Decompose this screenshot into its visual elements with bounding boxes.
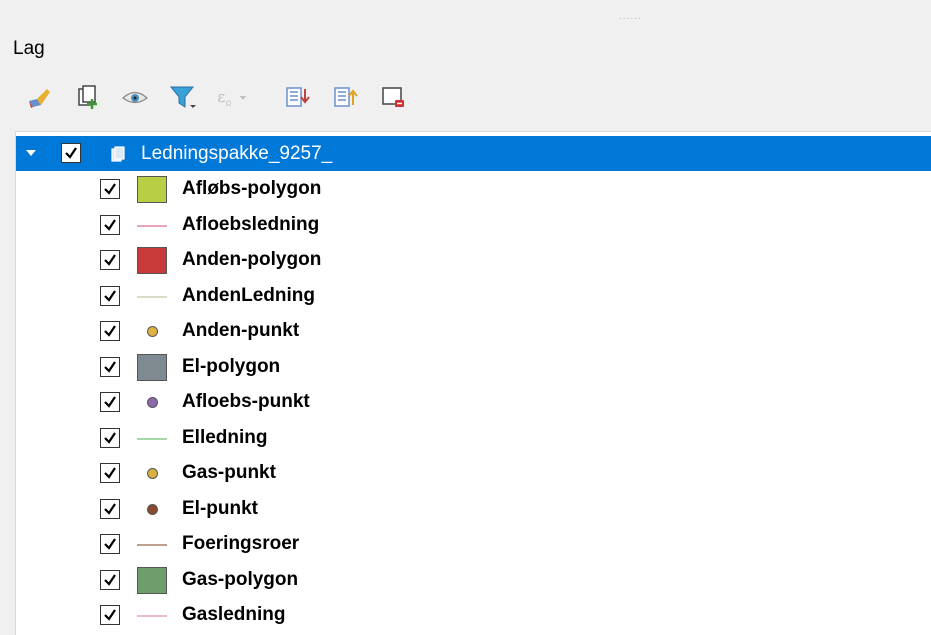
polygon-symbol-icon [137, 247, 167, 274]
layer-row[interactable]: Foeringsroer [16, 527, 931, 562]
layer-row[interactable]: Afloebsledning [16, 208, 931, 243]
layer-row[interactable]: Elledning [16, 421, 931, 456]
polygon-symbol-icon [137, 176, 167, 203]
point-symbol-icon [147, 326, 158, 337]
layer-label[interactable]: Gas-punkt [182, 462, 276, 484]
polygon-symbol-icon [137, 353, 167, 381]
expand-arrow-icon[interactable] [26, 150, 36, 156]
layer-label[interactable]: Gas-polygon [182, 569, 298, 591]
point-symbol-icon [147, 468, 158, 479]
layer-row[interactable]: Anden-punkt [16, 314, 931, 349]
eye-icon[interactable] [118, 80, 152, 114]
layer-label[interactable]: AndenLedning [182, 285, 315, 307]
layer-checkbox[interactable] [100, 569, 120, 590]
layer-row[interactable]: AndenLedning [16, 279, 931, 314]
layer-group-row[interactable]: Ledningspakke_9257_ [16, 136, 931, 171]
layer-row[interactable]: Afloebs-punkt [16, 385, 931, 420]
layer-row[interactable]: El-punkt [16, 492, 931, 527]
expression-filter-icon[interactable]: ε Ω [214, 80, 248, 114]
line-symbol-icon [137, 224, 167, 227]
layer-checkbox[interactable] [100, 179, 120, 199]
remove-layer-icon[interactable] [376, 80, 410, 114]
expand-all-icon[interactable] [280, 80, 314, 114]
layer-checkbox[interactable] [100, 250, 120, 270]
layer-label[interactable]: El-punkt [182, 498, 258, 520]
layer-checkbox[interactable] [100, 605, 120, 625]
line-symbol-icon [137, 544, 167, 546]
line-symbol-icon [137, 437, 167, 440]
svg-text:Ω: Ω [226, 100, 231, 108]
layer-label[interactable]: Anden-punkt [182, 320, 299, 342]
layer-group-icon [109, 145, 127, 168]
filter-icon[interactable] [166, 80, 200, 114]
layer-tree: Ledningspakke_9257_ Afløbs-polygon Afloeb… [15, 131, 931, 635]
layer-checkbox[interactable] [100, 285, 120, 306]
layer-row[interactable]: Gas-punkt [16, 456, 931, 491]
point-symbol-icon [147, 503, 158, 515]
panel-title: Lag [13, 38, 45, 59]
layer-checkbox[interactable] [100, 321, 120, 341]
panel-drag-handle[interactable]: ...... [619, 12, 659, 22]
svg-text:ε: ε [217, 88, 225, 106]
layer-checkbox[interactable] [100, 427, 120, 448]
layer-label[interactable]: Anden-polygon [182, 249, 321, 271]
layer-label[interactable]: Elledning [182, 427, 268, 449]
layer-checkbox[interactable] [100, 534, 120, 554]
layer-checkbox[interactable] [100, 463, 120, 483]
layer-checkbox[interactable] [100, 392, 120, 412]
layer-row[interactable]: El-polygon [16, 350, 931, 385]
line-symbol-icon [137, 615, 167, 617]
line-symbol-icon [137, 295, 167, 298]
layer-row[interactable]: Anden-polygon [16, 243, 931, 278]
polygon-symbol-icon [137, 566, 167, 594]
layers-toolbar: ε Ω [22, 80, 482, 116]
point-symbol-icon [147, 397, 158, 408]
layer-label[interactable]: Foeringsroer [182, 533, 299, 555]
group-checkbox[interactable] [61, 143, 81, 163]
layer-label[interactable]: Afloebs-punkt [182, 391, 310, 413]
collapse-all-icon[interactable] [328, 80, 362, 114]
layer-label[interactable]: Gasledning [182, 604, 285, 626]
layer-label[interactable]: El-polygon [182, 356, 280, 378]
add-group-icon[interactable] [70, 80, 104, 114]
layer-checkbox[interactable] [100, 498, 120, 519]
layer-group-label[interactable]: Ledningspakke_9257_ [141, 143, 332, 165]
layer-label[interactable]: Afloebsledning [182, 214, 319, 236]
layer-checkbox[interactable] [100, 356, 120, 377]
layer-row[interactable]: Gasledning [16, 598, 931, 633]
paintbrush-icon[interactable] [22, 80, 56, 114]
layer-row[interactable]: Afløbs-polygon [16, 172, 931, 207]
layer-label[interactable]: Afløbs-polygon [182, 178, 321, 200]
layer-row[interactable]: Gas-polygon [16, 563, 931, 598]
layer-checkbox[interactable] [100, 214, 120, 235]
